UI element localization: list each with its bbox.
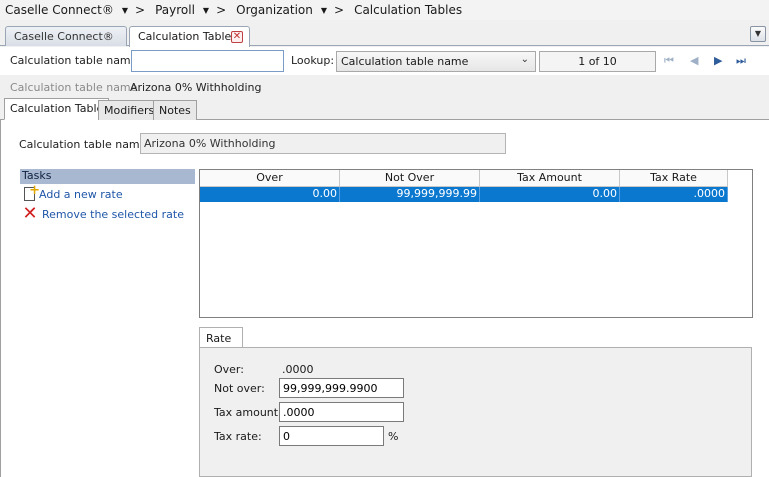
percent-symbol: % — [388, 430, 399, 443]
rates-grid: Over Not Over Tax Amount Tax Rate 0.00 9… — [199, 169, 753, 318]
remove-rate-link[interactable]: ✕ Remove the selected rate — [22, 203, 184, 224]
current-record-header: Calculation table name: Arizona 0% Withh… — [0, 75, 769, 97]
cell-tax-amount[interactable]: 0.00 — [480, 187, 620, 202]
last-record-icon[interactable]: ⏭ — [736, 54, 746, 68]
tab-calculation-table[interactable]: Calculation Table — [4, 98, 110, 120]
tab-label: Calculation Tables — [138, 30, 238, 43]
not-over-input[interactable] — [279, 378, 404, 398]
tab-calculation-tables[interactable]: Calculation Tables ✕ — [129, 26, 250, 47]
calculation-table-panel: Calculation table name: Arizona 0% Withh… — [0, 120, 769, 477]
breadcrumb-separator-icon: > — [135, 3, 146, 17]
tasks-header: Tasks — [20, 169, 195, 184]
add-rate-link[interactable]: Add a new rate — [22, 183, 123, 201]
grid-header: Over Not Over Tax Amount Tax Rate — [200, 170, 728, 187]
cell-tax-rate[interactable]: .0000 — [620, 187, 728, 202]
chevron-down-icon[interactable]: ▼ — [122, 6, 128, 15]
column-header-tax-rate[interactable]: Tax Rate — [620, 170, 728, 187]
pager-text: 1 of 10 — [578, 55, 617, 68]
breadcrumb-separator-icon: > — [334, 3, 345, 17]
tab-notes[interactable]: Notes — [153, 100, 197, 120]
column-header-tax-amount[interactable]: Tax Amount — [480, 170, 620, 187]
breadcrumb-separator-icon: > — [216, 3, 227, 17]
breadcrumb-payroll[interactable]: Payroll — [155, 3, 195, 17]
column-header-over[interactable]: Over — [200, 170, 340, 187]
not-over-label: Not over: — [214, 382, 265, 395]
chevron-down-icon[interactable]: ▼ — [203, 6, 209, 15]
rate-detail-panel: Rate Over: .0000 Not over: Tax amount: T… — [199, 327, 769, 477]
next-record-icon[interactable]: ▶ — [714, 54, 722, 67]
close-icon[interactable]: ✕ — [231, 31, 243, 43]
breadcrumb-caselle-connect[interactable]: Caselle Connect® — [5, 3, 114, 17]
previous-record-icon[interactable]: ◀ — [690, 54, 698, 67]
breadcrumb: Caselle Connect® ▼ > Payroll ▼ > Organiz… — [0, 0, 769, 20]
table-row[interactable]: 0.00 99,999,999.99 0.00 .0000 — [200, 187, 728, 202]
first-record-icon[interactable]: ⏮ — [664, 54, 674, 68]
record-name-value: Arizona 0% Withholding — [130, 81, 262, 94]
rate-detail-body: Over: .0000 Not over: Tax amount: Tax ra… — [199, 347, 752, 477]
tab-caselle-connect[interactable]: Caselle Connect® — [5, 26, 127, 46]
remove-rate-label: Remove the selected rate — [42, 207, 184, 221]
lookup-selected-value: Calculation table name — [341, 55, 469, 68]
over-value: .0000 — [282, 363, 314, 376]
tax-rate-label: Tax rate: — [214, 430, 262, 443]
over-label: Over: — [214, 363, 244, 376]
chevron-down-icon: ⌄ — [520, 54, 529, 65]
lookup-name-label: Calculation table name: — [10, 54, 142, 67]
inner-tab-bar: Calculation Table Modifiers Notes — [0, 98, 769, 120]
cell-over[interactable]: 0.00 — [200, 187, 340, 202]
tab-modifiers[interactable]: Modifiers — [98, 100, 161, 120]
tab-rate[interactable]: Rate — [199, 327, 243, 348]
tax-amount-label: Tax amount: — [214, 406, 282, 419]
lookup-select[interactable]: Calculation table name ⌄ — [336, 51, 536, 72]
add-document-icon — [24, 183, 40, 201]
breadcrumb-calculation-tables[interactable]: Calculation Tables — [354, 3, 462, 17]
breadcrumb-organization[interactable]: Organization — [236, 3, 313, 17]
tax-rate-input[interactable] — [279, 426, 384, 446]
lookup-bar: Calculation table name: Lookup: Calculat… — [0, 47, 769, 75]
record-name-label: Calculation table name: — [10, 81, 142, 94]
calculation-table-name-field[interactable]: Arizona 0% Withholding — [140, 133, 506, 154]
tab-label: Caselle Connect® — [14, 30, 114, 43]
add-rate-label: Add a new rate — [39, 187, 123, 201]
chevron-down-icon[interactable]: ▼ — [321, 6, 327, 15]
tab-list-dropdown-icon[interactable]: ▼ — [750, 26, 766, 42]
cell-not-over[interactable]: 99,999,999.99 — [340, 187, 480, 202]
remove-x-icon: ✕ — [22, 203, 38, 224]
document-tab-bar: Caselle Connect® Calculation Tables ✕ ▼ — [0, 24, 769, 47]
tax-amount-input[interactable] — [279, 402, 404, 422]
form-name-label: Calculation table name: — [19, 138, 151, 151]
lookup-label: Lookup: — [291, 54, 335, 67]
calculation-table-name-input[interactable] — [131, 50, 284, 72]
column-header-not-over[interactable]: Not Over — [340, 170, 480, 187]
record-pager: 1 of 10 — [539, 51, 656, 72]
